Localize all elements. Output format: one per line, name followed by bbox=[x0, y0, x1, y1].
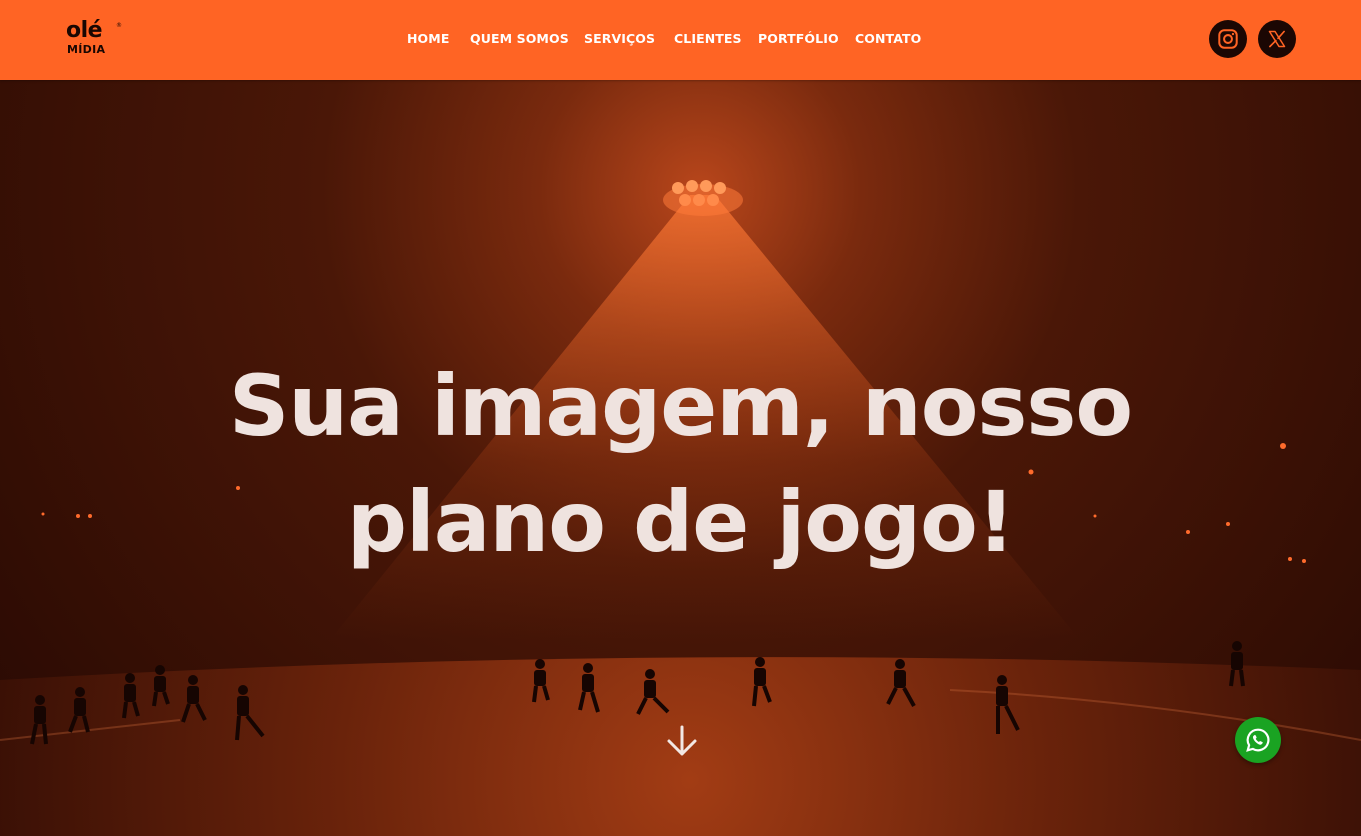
x-logo-icon bbox=[1268, 30, 1286, 48]
whatsapp-icon bbox=[1246, 728, 1270, 752]
hero-section: Sua imagem, nosso plano de jogo! bbox=[0, 80, 1361, 836]
instagram-link[interactable] bbox=[1209, 20, 1247, 58]
hero-headline-line-2: plano de jogo! bbox=[346, 473, 1015, 571]
scroll-down-button[interactable] bbox=[665, 724, 699, 758]
x-twitter-link[interactable] bbox=[1258, 20, 1296, 58]
arrow-down-icon bbox=[667, 725, 697, 756]
nav-quem-somos[interactable]: QUEM SOMOS bbox=[470, 30, 569, 48]
nav-portfolio[interactable]: PORTFÓLIO bbox=[758, 30, 839, 48]
nav-contato[interactable]: CONTATO bbox=[855, 30, 921, 48]
whatsapp-chat-button[interactable] bbox=[1235, 717, 1281, 763]
hero-headline: Sua imagem, nosso plano de jogo! bbox=[0, 348, 1361, 580]
main-menu: HOME QUEM SOMOS SERVIÇOS CLIENTES PORTFÓ… bbox=[0, 30, 1361, 50]
hero-headline-line-1: Sua imagem, nosso bbox=[228, 357, 1133, 455]
nav-clientes[interactable]: CLIENTES bbox=[674, 30, 742, 48]
nav-home[interactable]: HOME bbox=[407, 30, 449, 48]
nav-servicos[interactable]: SERVIÇOS bbox=[584, 30, 655, 48]
registered-mark: ® bbox=[116, 22, 122, 29]
instagram-icon bbox=[1218, 29, 1238, 49]
top-navigation-bar: olé ® MÍDIA HOME QUEM SOMOS SERVIÇOS CLI… bbox=[0, 0, 1361, 80]
